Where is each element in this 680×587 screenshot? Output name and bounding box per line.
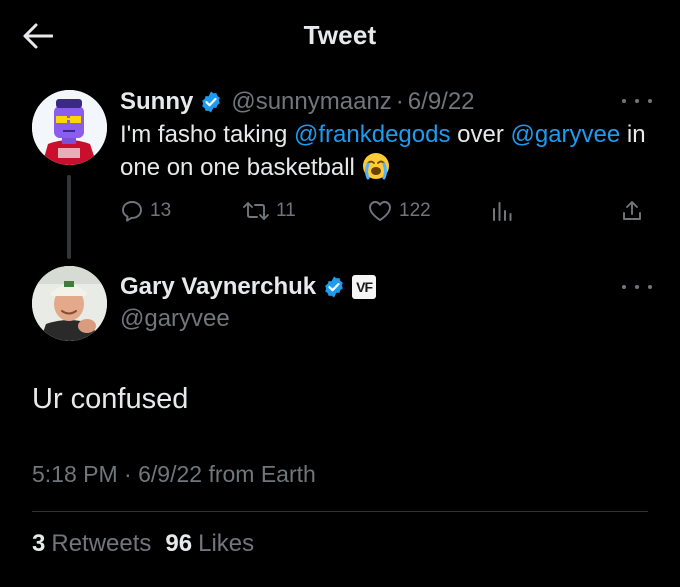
like-total[interactable]: 96 <box>165 530 192 557</box>
separator-dot: · <box>395 88 404 115</box>
tweet-page: Tweet Sunny @sunnymaanz · 6/9/22 I'm fas… <box>0 0 680 587</box>
retweets-label[interactable]: Retweets <box>51 530 151 557</box>
top-bar: Tweet <box>0 0 680 70</box>
author-handle[interactable]: @garyvee <box>120 305 230 333</box>
thread-connector-line <box>67 175 71 259</box>
main-tweet-header: Gary Vaynerchuk VF <box>120 270 377 304</box>
mention-link[interactable]: @frankdegods <box>294 121 450 148</box>
retweet-icon <box>243 202 269 220</box>
divider <box>32 511 648 512</box>
reply-count: 13 <box>150 200 172 221</box>
author-name[interactable]: Gary Vaynerchuk <box>120 273 316 301</box>
share-button[interactable] <box>620 196 644 226</box>
tweet-date[interactable]: 6/9/22 <box>138 461 202 487</box>
verified-badge-icon <box>199 90 223 114</box>
page-title: Tweet <box>303 19 377 50</box>
parent-tweet-header: Sunny @sunnymaanz · 6/9/22 <box>120 86 475 118</box>
retweet-total[interactable]: 3 <box>32 530 45 557</box>
avatar[interactable] <box>32 90 107 165</box>
profile-photo-image <box>32 266 107 341</box>
engagement-stats: 3 Retweets 96 Likes <box>32 530 268 558</box>
share-icon <box>623 201 641 220</box>
likes-label[interactable]: Likes <box>198 530 254 557</box>
reply-button[interactable]: 13 <box>120 196 171 226</box>
ellipsis-icon <box>622 99 626 103</box>
like-count: 122 <box>399 200 431 221</box>
tweet-actions-bar: 13 11 122 <box>120 196 650 226</box>
retweet-count: 11 <box>276 200 296 221</box>
tweet-metadata: 5:18 PM · 6/9/22 from Earth <box>32 461 316 488</box>
author-handle[interactable]: @sunnymaanz <box>231 88 391 116</box>
main-tweet-text: Ur confused <box>32 383 189 415</box>
reply-icon <box>122 201 142 222</box>
tweet-date[interactable]: 6/9/22 <box>408 88 475 116</box>
retweet-button[interactable]: 11 <box>242 196 296 226</box>
like-button[interactable]: 122 <box>367 196 431 226</box>
heart-icon <box>369 201 391 221</box>
loudly-crying-face-icon <box>361 151 391 190</box>
tweet-text-segment: over <box>450 121 511 148</box>
tweet-time[interactable]: 5:18 PM <box>32 461 118 487</box>
avatar[interactable] <box>32 266 107 341</box>
tweet-text-segment: I'm fasho taking <box>120 121 294 148</box>
back-button[interactable] <box>20 20 56 52</box>
mention-link[interactable]: @garyvee <box>511 121 621 148</box>
verified-badge-icon <box>322 275 346 299</box>
separator-dot: · <box>124 461 132 487</box>
more-options-button[interactable] <box>622 94 652 108</box>
views-button[interactable] <box>490 196 514 226</box>
more-options-button[interactable] <box>622 280 652 294</box>
arrow-left-icon <box>23 23 53 49</box>
tweet-source: from Earth <box>208 461 316 487</box>
bar-chart-icon <box>493 202 512 221</box>
affiliate-badge-label: VF <box>356 279 373 295</box>
pixel-art-avatar-image <box>32 90 107 165</box>
ellipsis-icon <box>622 285 626 289</box>
affiliate-badge[interactable]: VF <box>352 275 377 299</box>
author-name[interactable]: Sunny <box>120 88 193 116</box>
parent-tweet-text: I'm fasho taking @frankdegods over @gary… <box>120 118 660 190</box>
